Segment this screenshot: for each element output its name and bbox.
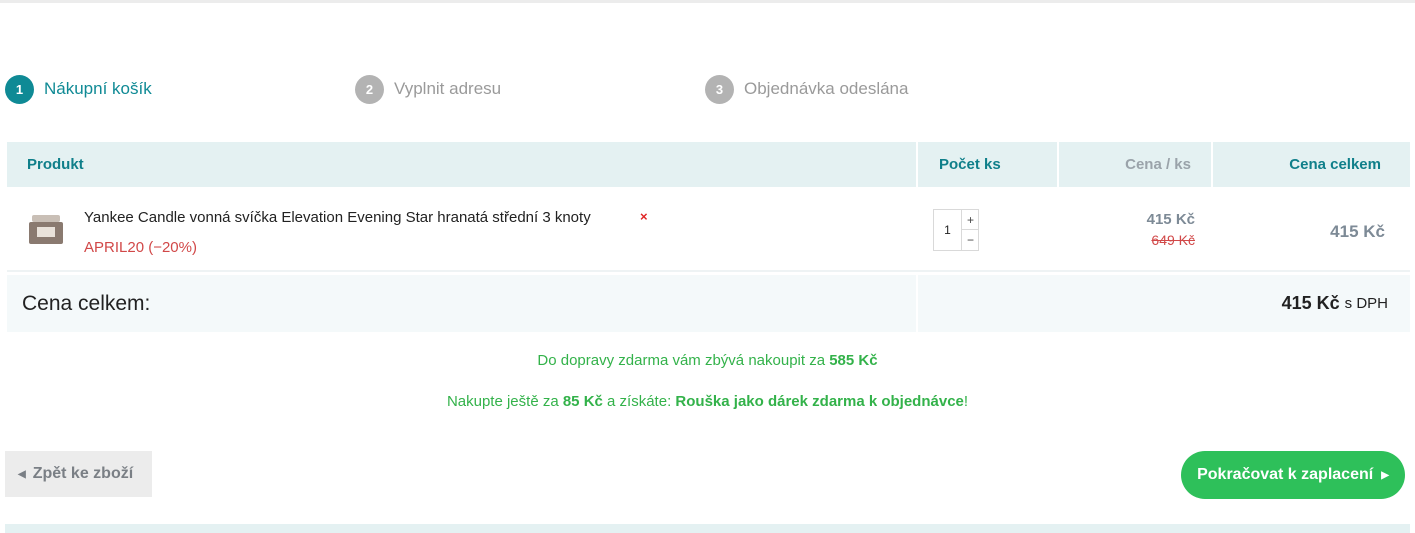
step-number: 2	[355, 74, 384, 104]
caret-left-icon: ◀	[18, 468, 26, 480]
step-label: Nákupní košík	[44, 79, 152, 98]
gift-text-suffix: !	[963, 393, 969, 410]
header-unit-price: Cena / ks	[1059, 142, 1211, 187]
caret-right-icon: ▶	[1381, 469, 1389, 481]
product-name-link[interactable]: Yankee Candle vonná svíčka Elevation Eve…	[84, 209, 591, 226]
free-shipping-notice: Do dopravy zdarma vám zbývá nakoupit za …	[0, 352, 1415, 369]
footer-bar	[5, 524, 1410, 533]
total-label: Cena celkem:	[7, 275, 916, 332]
remove-item-icon[interactable]: ×	[640, 209, 648, 224]
total-amount: 415 Kč	[1281, 293, 1340, 313]
header-product: Produkt	[7, 142, 916, 187]
gift-item: Rouška jako dárek zdarma k objednávce	[675, 393, 964, 410]
gift-text-middle: a získáte:	[602, 393, 676, 410]
quantity-decrease-button[interactable]: −	[961, 230, 979, 250]
cart-table-header: Produkt Počet ks Cena / ks Cena celkem	[7, 142, 1410, 187]
step-order-sent: 3 Objednávka odeslána	[705, 74, 908, 104]
quantity-stepper: + −	[933, 209, 979, 251]
shipping-amount: 585 Kč	[829, 352, 878, 369]
step-label: Objednávka odeslána	[744, 79, 909, 98]
gift-text: Nakupte ještě za	[446, 393, 563, 410]
header-total-price: Cena celkem	[1213, 142, 1410, 187]
header-quantity: Počet ks	[918, 142, 1057, 187]
shipping-text: Do dopravy zdarma vám zbývá nakoupit za	[537, 352, 830, 369]
gift-notice: Nakupte ještě za 85 Kč a získáte: Rouška…	[0, 393, 1415, 410]
step-label: Vyplnit adresu	[394, 79, 502, 98]
top-divider	[0, 0, 1415, 3]
step-number: 1	[5, 74, 34, 104]
total-vat-suffix: s DPH	[1344, 295, 1388, 312]
coupon-label: APRIL20 (−20%)	[84, 239, 197, 256]
step-cart: 1 Nákupní košík	[5, 74, 152, 104]
gift-amount: 85 Kč	[562, 393, 603, 410]
continue-button-label: Pokračovat k zaplacení	[1197, 466, 1374, 483]
cart-total-row: Cena celkem: 415 Kč s DPH	[7, 275, 1410, 332]
quantity-increase-button[interactable]: +	[961, 210, 979, 230]
total-value: 415 Kč s DPH	[918, 275, 1410, 332]
product-thumbnail[interactable]	[29, 215, 63, 247]
unit-price: 415 Kč	[1146, 211, 1195, 228]
back-to-products-button[interactable]: ◀ Zpět ke zboží	[5, 451, 152, 497]
item-total-price: 415 Kč	[1330, 222, 1385, 241]
back-button-label: Zpět ke zboží	[32, 465, 134, 482]
step-number: 3	[705, 74, 734, 104]
continue-to-payment-button[interactable]: Pokračovat k zaplacení ▶	[1181, 451, 1405, 499]
cart-item-row: Yankee Candle vonná svíčka Elevation Eve…	[7, 187, 1410, 272]
original-price: 649 Kč	[1151, 232, 1195, 248]
quantity-input[interactable]	[934, 210, 961, 250]
step-address: 2 Vyplnit adresu	[355, 74, 501, 104]
